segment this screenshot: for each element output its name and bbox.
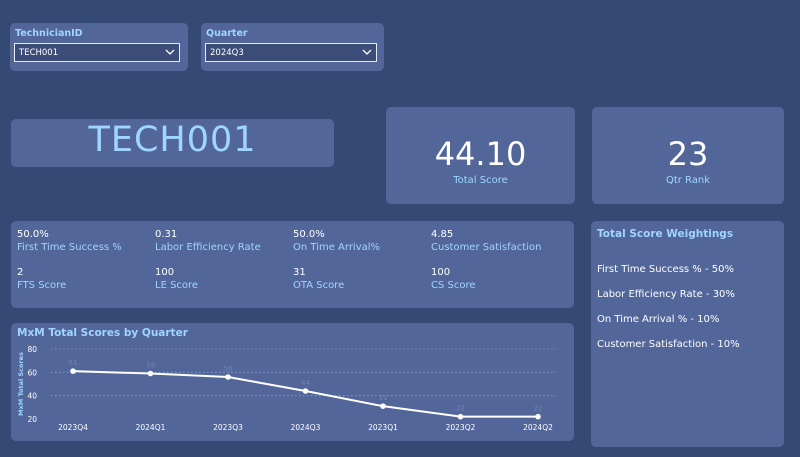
metric-first-time-success: 50.0% First Time Success % <box>17 229 152 253</box>
weighting-item: On Time Arrival % - 10% <box>597 314 719 325</box>
weightings-title: Total Score Weightings <box>597 228 733 240</box>
technician-slicer: TechnicianID TECH001 <box>10 23 188 71</box>
chevron-down-icon <box>362 47 372 57</box>
scores-chart-card: MxM Total Scores by Quarter 20406080MxM … <box>11 323 574 441</box>
metric-label: First Time Success % <box>17 242 152 253</box>
metric-value: 4.85 <box>431 229 566 240</box>
metric-label: FTS Score <box>17 280 152 291</box>
quarter-slicer-title: Quarter <box>206 28 248 39</box>
data-point <box>225 374 231 380</box>
x-tick-label: 2024Q2 <box>523 423 553 432</box>
technician-slicer-title: TechnicianID <box>15 28 83 39</box>
y-tick-label: 40 <box>27 392 37 401</box>
data-point <box>148 371 154 377</box>
x-tick-label: 2024Q1 <box>136 423 166 432</box>
metric-value: 2 <box>17 267 152 278</box>
data-label: 22 <box>456 405 465 413</box>
scores-line-chart: 20 40 60 80MxM Total Scores 61 59 56 44 31 22 22 20… <box>11 323 574 441</box>
total-score-card: 44.10 Total Score <box>386 107 575 204</box>
data-point <box>380 403 386 409</box>
x-tick-label: 2023Q3 <box>213 423 243 432</box>
metric-le-score: 100 LE Score <box>155 267 290 291</box>
metric-value: 0.31 <box>155 229 290 240</box>
metric-value: 100 <box>155 267 290 278</box>
metric-label: OTA Score <box>293 280 428 291</box>
metric-labor-efficiency: 0.31 Labor Efficiency Rate <box>155 229 290 253</box>
weighting-item: First Time Success % - 50% <box>597 264 734 275</box>
metric-fts-score: 2 FTS Score <box>17 267 152 291</box>
qtr-rank-card: 23 Qtr Rank <box>592 107 784 204</box>
metric-value: 50.0% <box>293 229 428 240</box>
metrics-card: 50.0% First Time Success % 0.31 Labor Ef… <box>11 221 574 308</box>
metric-value: 100 <box>431 267 566 278</box>
total-score-value: 44.10 <box>386 135 575 173</box>
qtr-rank-value: 23 <box>592 135 784 173</box>
quarter-slicer: Quarter 2024Q3 <box>201 23 384 71</box>
technician-dropdown[interactable]: TECH001 <box>14 43 180 62</box>
chevron-down-icon <box>165 47 175 57</box>
metric-label: Customer Satisfaction <box>431 242 566 253</box>
quarter-dropdown[interactable]: 2024Q3 <box>205 43 377 62</box>
data-point <box>458 414 464 420</box>
technician-id-title: TECH001 <box>11 120 334 160</box>
data-label: 56 <box>224 365 233 373</box>
metric-value: 50.0% <box>17 229 152 240</box>
weighting-item: Labor Efficiency Rate - 30% <box>597 289 735 300</box>
x-tick-label: 2023Q2 <box>446 423 476 432</box>
weighting-item: Customer Satisfaction - 10% <box>597 339 740 350</box>
data-label: 44 <box>301 379 310 387</box>
data-label: 59 <box>146 362 155 370</box>
y-tick-label: 80 <box>27 345 37 354</box>
data-point <box>535 414 541 420</box>
y-tick-label: 60 <box>27 368 37 377</box>
metric-label: LE Score <box>155 280 290 291</box>
data-point <box>303 388 309 394</box>
x-tick-label: 2023Q4 <box>58 423 88 432</box>
total-score-label: Total Score <box>386 175 575 186</box>
x-tick-label: 2023Q1 <box>368 423 398 432</box>
metric-customer-satisfaction: 4.85 Customer Satisfaction <box>431 229 566 253</box>
y-axis-label: MxM Total Scores <box>17 352 25 416</box>
weightings-card: Total Score Weightings First Time Succes… <box>591 221 784 447</box>
metric-cs-score: 100 CS Score <box>431 267 566 291</box>
technician-header-card: TECH001 <box>11 119 334 167</box>
metric-label: Labor Efficiency Rate <box>155 242 290 253</box>
metric-on-time-arrival: 50.0% On Time Arrival% <box>293 229 428 253</box>
metric-label: On Time Arrival% <box>293 242 428 253</box>
metric-label: CS Score <box>431 280 566 291</box>
data-label: 31 <box>379 394 388 402</box>
x-tick-label: 2024Q3 <box>291 423 321 432</box>
metric-value: 31 <box>293 267 428 278</box>
technician-dropdown-value: TECH001 <box>19 48 58 58</box>
quarter-dropdown-value: 2024Q3 <box>210 48 244 58</box>
metric-ota-score: 31 OTA Score <box>293 267 428 291</box>
data-point <box>70 368 76 374</box>
qtr-rank-label: Qtr Rank <box>592 175 784 186</box>
y-tick-label: 20 <box>27 415 37 424</box>
series-line <box>73 371 538 417</box>
data-label: 61 <box>69 359 78 367</box>
data-label: 22 <box>534 405 543 413</box>
